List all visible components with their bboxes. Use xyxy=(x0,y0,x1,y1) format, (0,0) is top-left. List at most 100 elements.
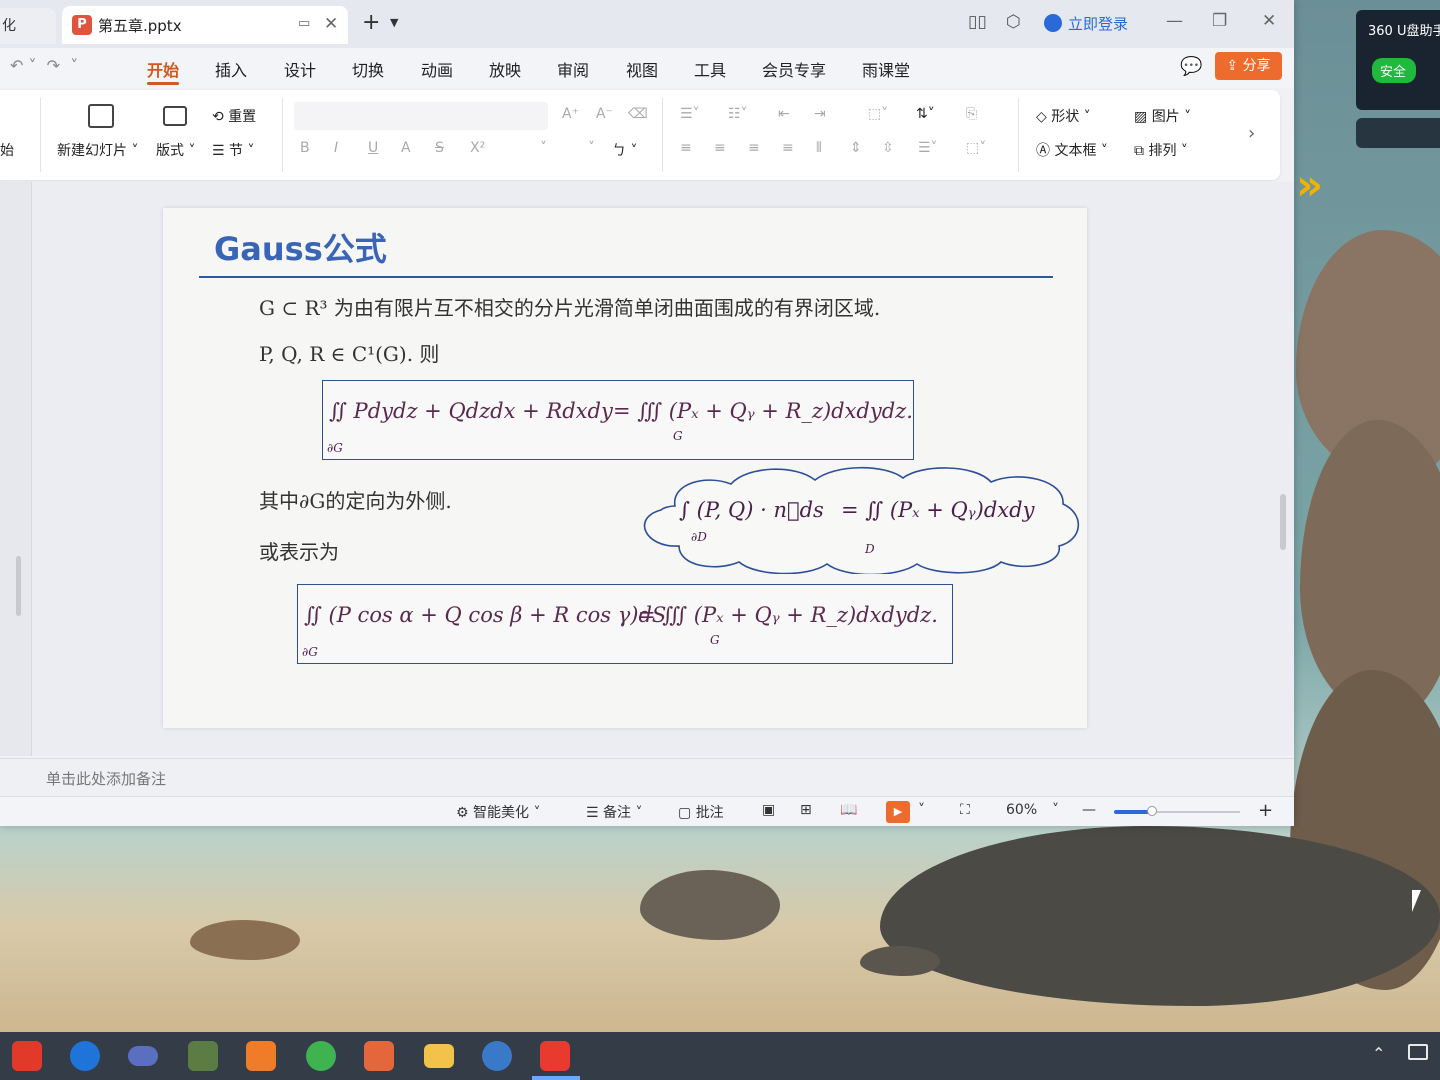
tab-document[interactable]: P 第五章.pptx ▭ ✕ xyxy=(62,6,348,44)
menu-design[interactable]: 设计 xyxy=(284,57,316,81)
align-right-icon[interactable]: ≡ xyxy=(748,140,760,156)
menu-view[interactable]: 视图 xyxy=(626,57,658,81)
font-name-select[interactable] xyxy=(294,102,548,130)
chevron-down-icon[interactable]: ˅ xyxy=(588,140,595,156)
chevron-down-icon[interactable]: ˅ xyxy=(1052,802,1059,818)
thumbnail-pane-collapsed[interactable] xyxy=(0,182,32,756)
bold-button[interactable]: B xyxy=(300,140,310,156)
reading-view-icon[interactable]: 📖 xyxy=(840,802,857,818)
arrange-button[interactable]: ⧉ 排列 ˅ xyxy=(1134,140,1188,160)
menu-review[interactable]: 审阅 xyxy=(557,57,589,81)
tray-expand-icon[interactable]: ⌃ xyxy=(1372,1044,1385,1063)
menu-animation[interactable]: 动画 xyxy=(421,57,453,81)
menu-home[interactable]: 开始 xyxy=(147,57,179,81)
zoom-in-icon[interactable]: + xyxy=(1258,800,1273,821)
begin-fragment[interactable]: 始 xyxy=(0,140,14,160)
slide[interactable]: Gauss公式 G ⊂ R³ 为由有限片互不相交的分片光滑简单闭曲面围成的有界闭… xyxy=(163,208,1087,728)
notes-toggle-button[interactable]: ☰ 备注 ˅ xyxy=(586,802,642,822)
increase-font-icon[interactable]: A⁺ xyxy=(562,106,579,122)
close-icon[interactable]: ✕ xyxy=(1262,11,1276,31)
zoom-out-icon[interactable]: — xyxy=(1082,802,1096,818)
wps-icon[interactable] xyxy=(540,1041,570,1071)
undo-redo-icons[interactable]: ↶ ˅ ↷ ˅ xyxy=(10,56,78,75)
zoom-level[interactable]: 60% xyxy=(1006,802,1037,818)
sort-icon[interactable]: ⇅˅ xyxy=(916,106,935,122)
align-left-icon[interactable]: ≡ xyxy=(680,140,692,156)
pane-scrollbar[interactable] xyxy=(16,556,21,616)
section-button[interactable]: ☰ 节 ˅ xyxy=(212,140,254,160)
numbered-list-icon[interactable]: ☷˅ xyxy=(728,106,748,122)
comment-icon[interactable]: 💬 xyxy=(1180,56,1202,77)
text-box-options-icon[interactable]: ⬚˅ xyxy=(966,140,986,156)
restore-icon[interactable]: ❐ xyxy=(1212,11,1227,31)
new-slide-icon[interactable] xyxy=(88,104,114,128)
para-spacing-icon[interactable]: ⇳ xyxy=(882,140,894,156)
hexagon-app-icon[interactable] xyxy=(246,1041,276,1071)
minimize-icon[interactable]: — xyxy=(1166,11,1183,31)
new-tab-plus-icon[interactable]: + xyxy=(362,10,380,35)
notes-pane[interactable]: 单击此处添加备注 xyxy=(0,758,1294,796)
new-slide-button[interactable]: 新建幻灯片 ˅ xyxy=(57,140,138,160)
reading-mode-icon[interactable]: ▯▯ xyxy=(968,12,987,32)
play-slideshow-icon[interactable]: ▶ xyxy=(886,801,910,823)
settings-app-icon[interactable] xyxy=(482,1041,512,1071)
normal-view-icon[interactable]: ▣ xyxy=(762,802,775,818)
menu-rain-classroom[interactable]: 雨课堂 xyxy=(862,57,910,81)
double-chevron-icon[interactable]: » xyxy=(1296,160,1323,209)
menu-member[interactable]: 会员专享 xyxy=(762,57,826,81)
align-center-icon[interactable]: ≡ xyxy=(714,140,726,156)
strikethrough-button[interactable]: S xyxy=(435,140,444,156)
menu-insert[interactable]: 插入 xyxy=(215,57,247,81)
file-explorer-icon[interactable] xyxy=(424,1044,454,1068)
fit-window-icon[interactable]: ⛶ xyxy=(960,802,970,818)
comment-button[interactable]: ▢ 批注 xyxy=(678,802,724,822)
layout-button[interactable]: 版式 ˅ xyxy=(156,140,195,160)
login-link[interactable]: 立即登录 xyxy=(1044,13,1128,34)
share-button[interactable]: ⇪ 分享 xyxy=(1215,52,1282,80)
indent-icon[interactable]: ⇥ xyxy=(814,106,826,122)
phonetic-button[interactable]: ㄅ ˅ xyxy=(612,140,637,160)
text-direction-icon[interactable]: ⬚˅ xyxy=(868,106,888,122)
textbox-button[interactable]: Ⓐ 文本框 ˅ xyxy=(1036,140,1108,160)
columns-icon[interactable]: ⫴ xyxy=(816,140,822,156)
spacing-menu-icon[interactable]: ☰˅ xyxy=(918,140,938,156)
game-app-icon[interactable] xyxy=(188,1041,218,1071)
monitor-icon[interactable]: ▭ xyxy=(298,16,310,31)
feather-app-icon[interactable] xyxy=(12,1041,42,1071)
chevron-down-icon[interactable]: ˅ xyxy=(918,802,925,818)
font-color-button[interactable]: A xyxy=(401,140,411,156)
zoom-slider-handle[interactable] xyxy=(1147,806,1157,816)
menu-tools[interactable]: 工具 xyxy=(694,57,726,81)
smart-beautify-button[interactable]: ⚙ 智能美化 ˅ xyxy=(456,802,540,822)
superscript-button[interactable]: X² xyxy=(470,140,485,156)
eraser-icon[interactable]: ⌫ xyxy=(628,106,648,122)
chevron-down-icon[interactable]: ˅ xyxy=(540,140,547,156)
canvas-scrollbar[interactable] xyxy=(1280,494,1286,550)
underline-button[interactable]: U xyxy=(368,140,378,156)
powerpoint-icon[interactable] xyxy=(364,1041,394,1071)
menu-slideshow[interactable]: 放映 xyxy=(489,57,521,81)
reset-button[interactable]: ⟲ 重置 xyxy=(212,106,256,126)
cube-icon[interactable]: ⬡ xyxy=(1006,12,1021,32)
media-player-icon[interactable] xyxy=(70,1041,100,1071)
convert-icon[interactable]: ⎘ xyxy=(966,106,977,122)
menu-transition[interactable]: 切换 xyxy=(352,57,384,81)
tab-previous[interactable]: 化 xyxy=(0,8,56,44)
green-browser-icon[interactable] xyxy=(306,1041,336,1071)
swirl-app-icon[interactable] xyxy=(128,1046,158,1066)
bullet-list-icon[interactable]: ☰˅ xyxy=(680,106,700,122)
usb-helper-widget[interactable]: 360 U盘助手 安全 xyxy=(1356,10,1440,110)
outdent-icon[interactable]: ⇤ xyxy=(778,106,790,122)
slide-sorter-icon[interactable]: ⊞ xyxy=(800,802,812,818)
layout-icon[interactable] xyxy=(163,106,187,126)
image-button[interactable]: ▨ 图片 ˅ xyxy=(1134,106,1191,126)
justify-icon[interactable]: ≡ xyxy=(782,140,794,156)
shape-button[interactable]: ◇ 形状 ˅ xyxy=(1036,106,1091,126)
ribbon-next-icon[interactable]: › xyxy=(1248,123,1255,144)
network-icon[interactable] xyxy=(1408,1044,1428,1060)
chevron-down-icon[interactable]: ▼ xyxy=(390,16,398,29)
decrease-font-icon[interactable]: A⁻ xyxy=(596,106,613,122)
tab-close-icon[interactable]: ✕ xyxy=(324,14,338,34)
widget-tab[interactable] xyxy=(1356,118,1440,148)
italic-button[interactable]: I xyxy=(334,140,338,156)
